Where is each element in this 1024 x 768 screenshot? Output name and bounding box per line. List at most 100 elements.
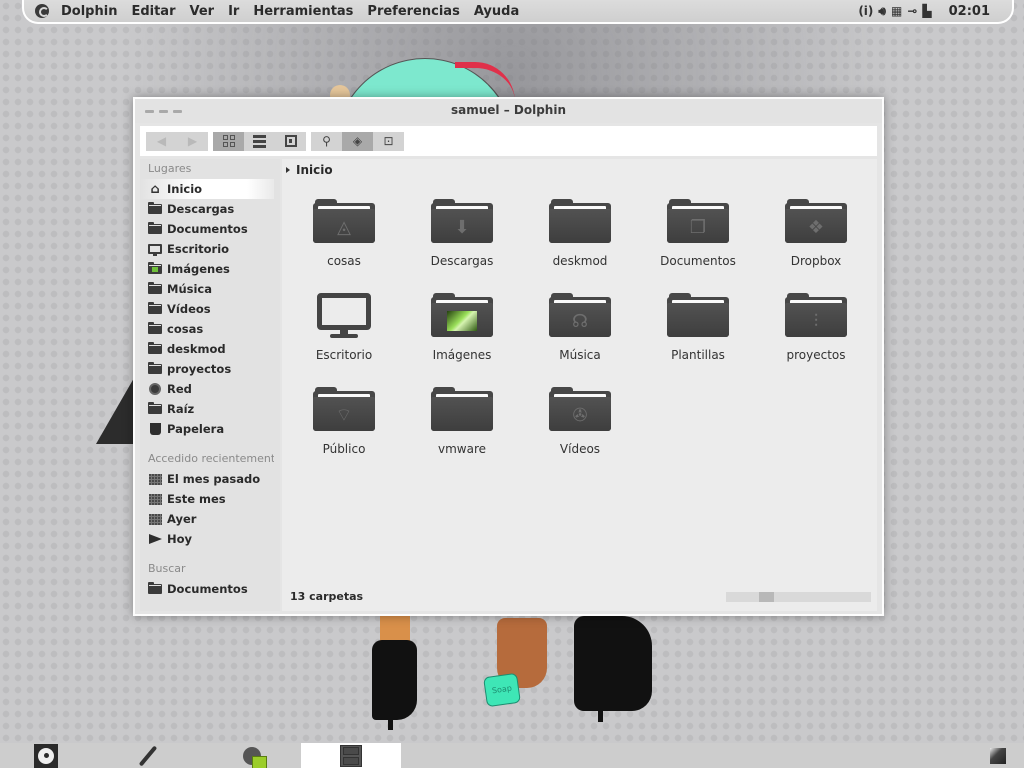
file-label: Descargas	[430, 254, 494, 268]
file-item-deskmod[interactable]: deskmod	[521, 197, 639, 271]
sidebar-item-label: Música	[167, 282, 212, 296]
file-item-plantillas[interactable]: Plantillas	[639, 291, 757, 365]
search-list: Documentos	[140, 579, 280, 599]
file-item-música[interactable]: ☊ Música	[521, 291, 639, 365]
menu-herramientas[interactable]: Herramientas	[253, 4, 353, 19]
breadcrumb-arrow-icon[interactable]	[286, 167, 290, 173]
file-label: Plantillas	[671, 348, 725, 362]
menu-ver[interactable]: Ver	[190, 4, 215, 19]
menu-ir[interactable]: Ir	[228, 4, 239, 19]
breadcrumb-current[interactable]: Inicio	[296, 163, 333, 177]
sidebar-item-documentos[interactable]: Documentos	[140, 219, 274, 239]
file-item-proyectos[interactable]: ⫶ proyectos	[757, 291, 875, 365]
file-cabinet-icon	[340, 744, 362, 767]
avatar-image	[990, 747, 1006, 764]
compact-view-button[interactable]	[275, 132, 306, 151]
sidebar-item-red[interactable]: Red	[140, 379, 274, 399]
home-icon: ⌂	[150, 181, 160, 197]
split-button[interactable]: ⊡	[373, 132, 404, 151]
wallpaper-shoe-left	[372, 640, 417, 720]
sidebar-item-el-mes-pasado[interactable]: El mes pasado	[140, 469, 274, 489]
menu-editar[interactable]: Editar	[131, 4, 175, 19]
sidebar-item-raíz[interactable]: Raíz	[140, 399, 274, 419]
file-item-cosas[interactable]: ◬ cosas	[285, 197, 403, 271]
grid-icon	[222, 135, 235, 147]
search-button[interactable]: ⚲	[311, 132, 342, 151]
network-icon[interactable]: ⊸	[907, 4, 917, 18]
recent-list: El mes pasado Este mes Ayer Hoy	[140, 469, 280, 549]
sidebar-item-imágenes[interactable]: Imágenes	[140, 259, 274, 279]
preview-button[interactable]: ◈	[342, 131, 373, 151]
horizontal-scrollbar[interactable]	[726, 592, 871, 602]
file-item-público[interactable]: ⌔ Público	[285, 385, 403, 459]
sidebar-item-este-mes[interactable]: Este mes	[140, 489, 274, 509]
file-item-descargas[interactable]: ⬇ Descargas	[403, 197, 521, 271]
sidebar-item-hoy[interactable]: Hoy	[140, 529, 274, 549]
sidebar-item-escritorio[interactable]: Escritorio	[140, 239, 274, 259]
pen-icon	[138, 745, 158, 766]
user-avatar[interactable]	[989, 743, 1007, 768]
sidebar-item-proyectos[interactable]: proyectos	[140, 359, 274, 379]
sidebar-item-ayer[interactable]: Ayer	[140, 509, 274, 529]
sidebar-item-vídeos[interactable]: Vídeos	[140, 299, 274, 319]
file-item-escritorio[interactable]: Escritorio	[285, 291, 403, 365]
breadcrumb[interactable]: Inicio	[286, 161, 333, 179]
file-item-imágenes[interactable]: Imágenes	[403, 291, 521, 365]
sidebar-item-documentos[interactable]: Documentos	[140, 579, 274, 599]
battery-icon[interactable]: ▙	[922, 4, 931, 18]
monitor-icon	[148, 244, 162, 256]
browser-launcher[interactable]	[240, 743, 267, 768]
sidebar-item-música[interactable]: Música	[140, 279, 274, 299]
sidebar-item-inicio[interactable]: ⌂ Inicio	[140, 179, 274, 199]
sidebar-item-papelera[interactable]: Papelera	[140, 419, 274, 439]
file-grid: ◬ cosas ⬇ Descargas deskmod ❐ Documentos ❖ Dropb…	[285, 197, 875, 459]
dolphin-app-icon[interactable]	[35, 4, 49, 18]
arrow-left-icon: ◀	[156, 134, 167, 148]
calendar-icon[interactable]: ▦	[891, 4, 902, 18]
sidebar-item-label: Inicio	[167, 182, 203, 196]
details-view-button[interactable]	[244, 132, 275, 151]
sidebar-item-deskmod[interactable]: deskmod	[140, 339, 274, 359]
sidebar-item-cosas[interactable]: cosas	[140, 319, 274, 339]
forward-button[interactable]: ▶	[177, 132, 208, 151]
sidebar-item-label: Hoy	[167, 532, 193, 546]
calendar-icon	[148, 493, 162, 505]
file-item-vmware[interactable]: vmware	[403, 385, 521, 459]
sidebar-item-label: Documentos	[167, 222, 248, 236]
dolphin-window: samuel – Dolphin ◀ ▶ ⚲ ◈ ⊡ Lugares ⌂ Inic…	[133, 97, 884, 616]
file-item-vídeos[interactable]: ✇ Vídeos	[521, 385, 639, 459]
file-view[interactable]: Inicio ◬ cosas ⬇ Descargas deskmod ❐ Documento…	[282, 159, 877, 611]
folder-icon: ⬇	[431, 199, 493, 245]
info-icon[interactable]: (i)	[858, 4, 873, 18]
plain-folder	[549, 213, 611, 241]
sidebar-item-label: Descargas	[167, 202, 235, 216]
icons-view-button[interactable]	[213, 131, 244, 151]
pen-launcher[interactable]	[138, 743, 158, 768]
file-item-documentos[interactable]: ❐ Documentos	[639, 197, 757, 271]
file-label: Público	[322, 442, 366, 456]
scrollbar-thumb[interactable]	[758, 592, 774, 602]
wallpaper-shoe-right	[574, 616, 652, 711]
clock[interactable]: 02:01	[949, 4, 990, 19]
wifi-icon: ⌔	[335, 404, 353, 426]
menu-preferencias[interactable]: Preferencias	[367, 4, 459, 19]
back-button[interactable]: ◀	[146, 132, 177, 151]
disc-launcher[interactable]	[33, 743, 59, 768]
menu-ayuda[interactable]: Ayuda	[474, 4, 519, 19]
tools-group: ⚲ ◈ ⊡	[311, 131, 404, 151]
plain-folder	[667, 307, 729, 335]
volume-icon[interactable]: 🔊︎	[878, 4, 886, 19]
sidebar-item-descargas[interactable]: Descargas	[140, 199, 274, 219]
documents-icon: ❐	[689, 216, 707, 238]
menu-dolphin[interactable]: Dolphin	[61, 4, 117, 19]
file-manager-task[interactable]	[301, 743, 401, 768]
file-label: Música	[559, 348, 601, 362]
file-label: Dropbox	[790, 254, 842, 268]
file-item-dropbox[interactable]: ❖ Dropbox	[757, 197, 875, 271]
wallpaper-heel-left	[388, 700, 393, 730]
window-titlebar[interactable]: samuel – Dolphin	[135, 99, 882, 123]
folder-icon	[431, 293, 493, 339]
view-mode-group	[213, 131, 306, 151]
file-label: Imágenes	[432, 348, 492, 362]
sidebar-item-label: El mes pasado	[167, 472, 261, 486]
